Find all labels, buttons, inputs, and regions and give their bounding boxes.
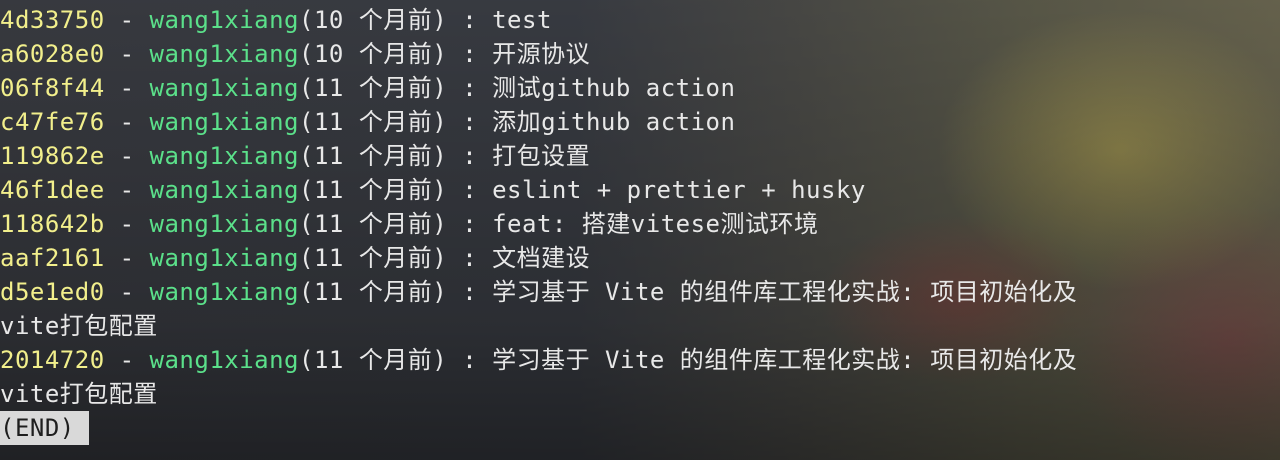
commit-separator: -	[104, 210, 150, 238]
commit-line: 119862e - wang1xiang(11 个月前) : 打包设置	[0, 139, 1280, 173]
commit-author: wang1xiang	[149, 176, 300, 204]
commit-message: 学习基于 Vite 的组件库工程化实战: 项目初始化及	[492, 278, 1078, 306]
commit-hash: d5e1ed0	[0, 278, 105, 306]
commit-message-wrap: vite打包配置	[0, 380, 158, 408]
git-log-list: 4d33750 - wang1xiang(10 个月前) : test a6028…	[0, 3, 1280, 411]
commit-author: wang1xiang	[149, 142, 300, 170]
commit-relative-time: (11 个月前) :	[299, 74, 493, 102]
commit-author: wang1xiang	[149, 108, 300, 136]
commit-hash: c47fe76	[0, 108, 105, 136]
commit-author: wang1xiang	[149, 244, 300, 272]
commit-hash: aaf2161	[0, 244, 105, 272]
commit-relative-time: (10 个月前) :	[299, 6, 493, 34]
commit-separator: -	[104, 74, 150, 102]
commit-author: wang1xiang	[149, 278, 300, 306]
commit-line: aaf2161 - wang1xiang(11 个月前) : 文档建设	[0, 241, 1280, 275]
commit-relative-time: (11 个月前) :	[299, 346, 493, 374]
commit-hash: 2014720	[0, 346, 105, 374]
commit-hash: a6028e0	[0, 40, 105, 68]
commit-hash: 4d33750	[0, 6, 105, 34]
commit-separator: -	[104, 176, 150, 204]
commit-hash: 119862e	[0, 142, 105, 170]
commit-message: eslint + prettier + husky	[492, 176, 866, 204]
commit-author: wang1xiang	[149, 74, 300, 102]
commit-line: d5e1ed0 - wang1xiang(11 个月前) : 学习基于 Vite…	[0, 275, 1280, 309]
commit-message: 学习基于 Vite 的组件库工程化实战: 项目初始化及	[492, 346, 1078, 374]
commit-relative-time: (11 个月前) :	[299, 210, 493, 238]
commit-separator: -	[104, 244, 150, 272]
commit-author: wang1xiang	[149, 40, 300, 68]
commit-message-continuation: vite打包配置	[0, 309, 1280, 343]
commit-line: 118642b - wang1xiang(11 个月前) : feat: 搭建v…	[0, 207, 1280, 241]
commit-line: 46f1dee - wang1xiang(11 个月前) : eslint + …	[0, 173, 1280, 207]
commit-hash: 06f8f44	[0, 74, 105, 102]
commit-hash: 118642b	[0, 210, 105, 238]
commit-relative-time: (10 个月前) :	[299, 40, 493, 68]
commit-relative-time: (11 个月前) :	[299, 278, 493, 306]
terminal-output[interactable]: 4d33750 - wang1xiang(10 个月前) : test a6028…	[0, 3, 1280, 445]
commit-message-wrap: vite打包配置	[0, 312, 158, 340]
commit-message: 测试github action	[492, 74, 736, 102]
commit-line: 06f8f44 - wang1xiang(11 个月前) : 测试github …	[0, 71, 1280, 105]
commit-message: feat: 搭建vitese测试环境	[492, 210, 819, 238]
commit-line: c47fe76 - wang1xiang(11 个月前) : 添加github …	[0, 105, 1280, 139]
commit-separator: -	[104, 278, 150, 306]
commit-line: 4d33750 - wang1xiang(10 个月前) : test	[0, 3, 1280, 37]
commit-separator: -	[104, 40, 150, 68]
commit-author: wang1xiang	[149, 6, 300, 34]
commit-relative-time: (11 个月前) :	[299, 142, 493, 170]
commit-message: 开源协议	[492, 40, 591, 68]
end-marker: (END)	[0, 411, 89, 445]
commit-separator: -	[104, 346, 150, 374]
commit-message: 打包设置	[492, 142, 591, 170]
commit-separator: -	[104, 6, 150, 34]
commit-message: 添加github action	[492, 108, 736, 136]
commit-separator: -	[104, 108, 150, 136]
commit-relative-time: (11 个月前) :	[299, 176, 493, 204]
commit-message-continuation: vite打包配置	[0, 377, 1280, 411]
commit-separator: -	[104, 142, 150, 170]
pager-status-line: (END)	[0, 411, 1280, 445]
commit-relative-time: (11 个月前) :	[299, 244, 493, 272]
commit-author: wang1xiang	[149, 346, 300, 374]
commit-relative-time: (11 个月前) :	[299, 108, 493, 136]
commit-author: wang1xiang	[149, 210, 300, 238]
commit-message: 文档建设	[492, 244, 591, 272]
commit-line: a6028e0 - wang1xiang(10 个月前) : 开源协议	[0, 37, 1280, 71]
commit-message: test	[492, 6, 552, 34]
commit-line: 2014720 - wang1xiang(11 个月前) : 学习基于 Vite…	[0, 343, 1280, 377]
commit-hash: 46f1dee	[0, 176, 105, 204]
